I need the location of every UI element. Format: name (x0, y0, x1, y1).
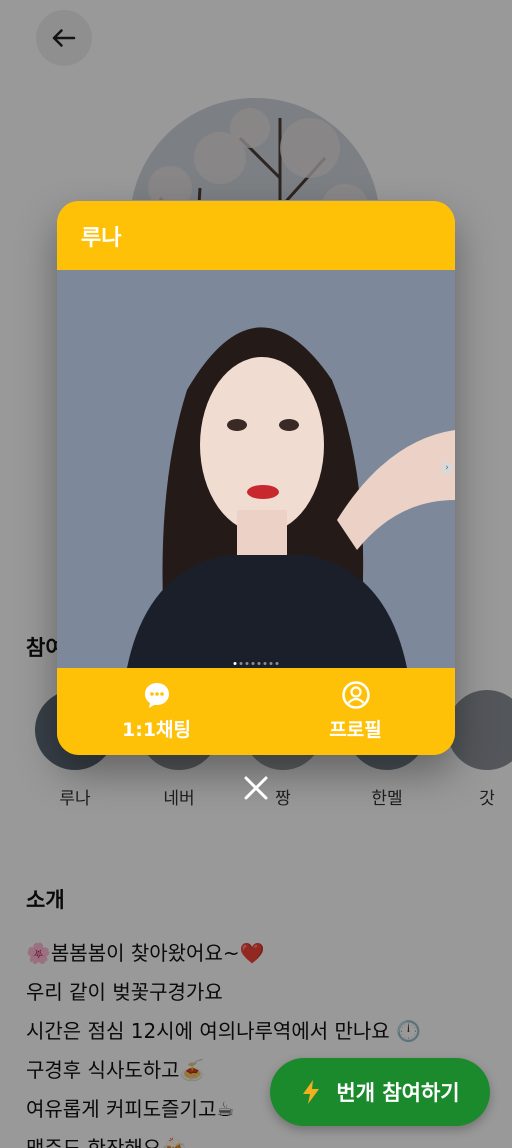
profile-photo[interactable]: › (57, 270, 455, 668)
join-button-label: 번개 참여하기 (336, 1081, 460, 1105)
close-modal-button[interactable] (238, 770, 274, 806)
photo-pagination (233, 662, 279, 665)
person-icon (341, 681, 370, 709)
profile-button-label: 프로필 (329, 719, 382, 741)
lightning-icon (303, 1080, 320, 1104)
next-photo-icon[interactable]: › (441, 462, 453, 474)
modal-actions: 1:1채팅 프로필 (57, 668, 455, 755)
chat-bubble-icon (144, 683, 169, 708)
chat-button-label: 1:1채팅 (122, 719, 191, 741)
chat-button[interactable]: 1:1채팅 (57, 668, 256, 755)
profile-button[interactable]: 프로필 (256, 668, 455, 755)
close-icon (244, 776, 268, 800)
profile-preview-modal: 루나 › 1:1채팅 프로필 (57, 201, 455, 755)
modal-title: 루나 (57, 201, 455, 270)
join-meetup-button[interactable]: 번개 참여하기 (270, 1058, 490, 1126)
